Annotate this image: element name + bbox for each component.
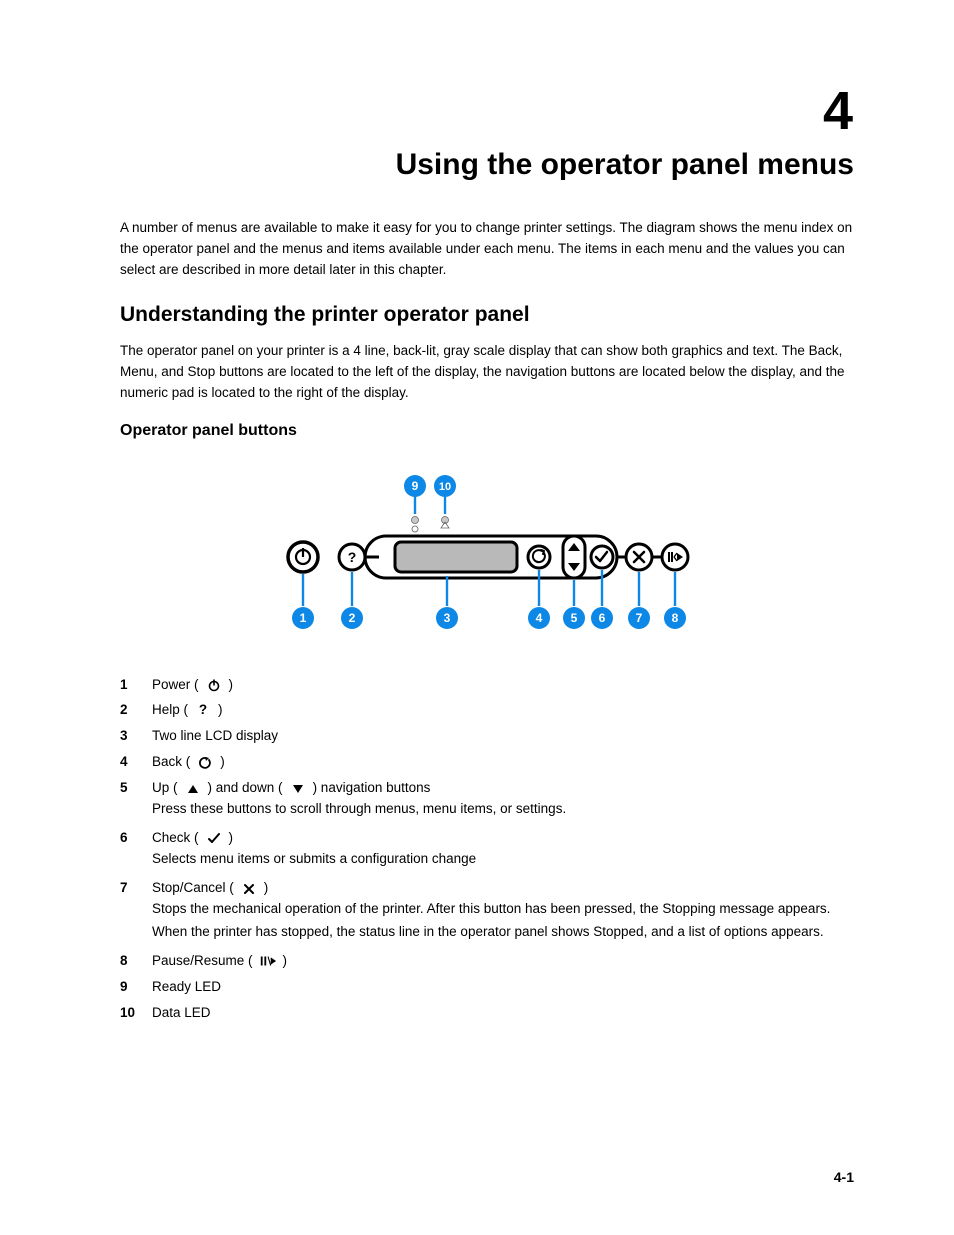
legend-label: Pause/Resume ( ): [152, 950, 287, 973]
operator-panel-figure: 9 10 ?: [267, 456, 707, 656]
svg-text:?: ?: [348, 549, 357, 565]
legend-label: Ready LED: [152, 976, 221, 999]
intro-paragraph: A number of menus are available to make …: [120, 218, 854, 281]
back-button-icon: [528, 546, 550, 568]
svg-text:6: 6: [599, 611, 606, 625]
legend-num: 2: [120, 699, 152, 722]
stop-icon: [240, 880, 258, 898]
chapter-title: Using the operator panel menus: [120, 148, 854, 182]
legend-num: 7: [120, 877, 152, 900]
legend-label: Up ( ) and down ( ) navigation buttons: [152, 777, 430, 800]
svg-text:9: 9: [412, 479, 419, 493]
lcd-display-icon: [395, 542, 517, 572]
chapter-number: 4: [120, 80, 854, 142]
down-icon: [289, 780, 307, 798]
legend-num: 5: [120, 777, 152, 800]
legend-item-1: 1 Power ( ): [120, 674, 854, 697]
legend-num: 6: [120, 827, 152, 850]
legend-item-6: 6 Check ( ) Selects menu items or submit…: [120, 827, 854, 871]
callout-2: 2: [341, 607, 363, 629]
callout-1: 1: [292, 607, 314, 629]
legend-label: Data LED: [152, 1002, 211, 1025]
page: 4 Using the operator panel menus A numbe…: [0, 0, 954, 1235]
legend-label: Two line LCD display: [152, 725, 278, 748]
section-text: The operator panel on your printer is a …: [120, 341, 854, 404]
callout-7: 7: [628, 607, 650, 629]
pause-resume-button-icon: [662, 544, 688, 570]
data-led-icon: [441, 516, 449, 528]
power-button-icon: [288, 542, 318, 572]
stop-cancel-button-icon: [626, 544, 652, 570]
callout-5: 5: [563, 607, 585, 629]
legend-label: Power ( ): [152, 674, 233, 697]
callout-4: 4: [528, 607, 550, 629]
svg-text:2: 2: [349, 611, 356, 625]
legend-item-8: 8 Pause/Resume ( ): [120, 950, 854, 973]
legend-num: 1: [120, 674, 152, 697]
svg-text:5: 5: [571, 611, 578, 625]
legend-list: 1 Power ( ) 2 Help ( ? ) 3 Two line LCD …: [120, 674, 854, 1025]
page-number: 4-1: [834, 1169, 854, 1185]
legend-desc: Selects menu items or submits a configur…: [152, 848, 854, 871]
svg-text:7: 7: [636, 611, 643, 625]
svg-text:8: 8: [672, 611, 679, 625]
section-title: Understanding the printer operator panel: [120, 303, 854, 327]
subsection-title: Operator panel buttons: [120, 422, 854, 440]
legend-desc: Press these buttons to scroll through me…: [152, 798, 854, 821]
legend-num: 8: [120, 950, 152, 973]
legend-item-3: 3 Two line LCD display: [120, 725, 854, 748]
svg-text:3: 3: [444, 611, 451, 625]
callout-6: 6: [591, 607, 613, 629]
check-icon: [205, 830, 223, 848]
legend-item-7: 7 Stop/Cancel ( ) Stops the mechanical o…: [120, 877, 854, 944]
check-button-icon: [591, 546, 613, 568]
legend-item-9: 9 Ready LED: [120, 976, 854, 999]
power-icon: [205, 676, 223, 694]
legend-item-4: 4 Back ( ): [120, 751, 854, 774]
legend-item-5: 5 Up ( ) and down ( ) navigation buttons…: [120, 777, 854, 821]
callout-3: 3: [436, 607, 458, 629]
legend-item-10: 10 Data LED: [120, 1002, 854, 1025]
help-button-icon: ?: [339, 544, 365, 570]
legend-num: 9: [120, 976, 152, 999]
legend-label: Stop/Cancel ( ): [152, 877, 268, 900]
ready-led-icon: [412, 516, 419, 532]
legend-desc: Stops the mechanical operation of the pr…: [152, 898, 854, 944]
question-icon: ?: [194, 702, 212, 720]
legend-num: 3: [120, 725, 152, 748]
callout-9: 9: [404, 475, 426, 497]
legend-num: 4: [120, 751, 152, 774]
legend-num: 10: [120, 1002, 152, 1025]
callout-10: 10: [434, 475, 456, 497]
up-down-nav-icon: [563, 536, 585, 578]
legend-label: Check ( ): [152, 827, 233, 850]
svg-text:10: 10: [439, 481, 451, 493]
operator-panel-svg: 9 10 ?: [267, 456, 707, 656]
legend-label: Back ( ): [152, 751, 225, 774]
svg-text:4: 4: [536, 611, 543, 625]
back-icon: [196, 754, 214, 772]
callout-8: 8: [664, 607, 686, 629]
pause-resume-icon: [259, 952, 277, 970]
up-icon: [184, 780, 202, 798]
legend-item-2: 2 Help ( ? ): [120, 699, 854, 722]
panel-body: ?: [288, 536, 688, 578]
svg-text:1: 1: [300, 611, 307, 625]
legend-label: Help ( ? ): [152, 699, 223, 722]
